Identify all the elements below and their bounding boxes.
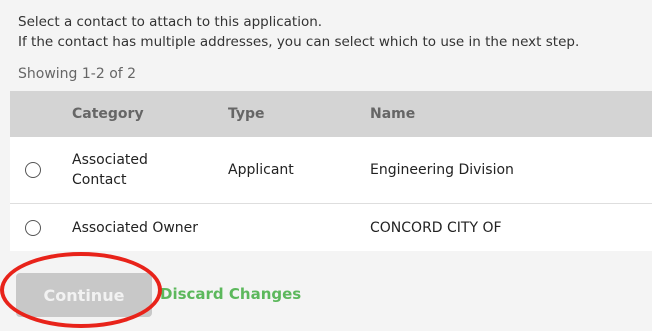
instruction-line-1: Select a contact to attach to this appli… — [18, 14, 323, 30]
header-category: Category — [72, 106, 144, 122]
red-annotation-circle — [0, 252, 162, 328]
instructions: Select a contact to attach to this appli… — [18, 12, 579, 52]
row-category-line: Contact — [72, 172, 127, 188]
row-name: Engineering Division — [370, 162, 514, 178]
result-count: Showing 1-2 of 2 — [18, 66, 137, 82]
row-name: CONCORD CITY OF — [370, 219, 502, 236]
instruction-line-2: If the contact has multiple addresses, y… — [18, 34, 580, 50]
row-radio-button[interactable] — [25, 162, 41, 178]
table-row[interactable]: Associated Owner CONCORD CITY OF — [10, 204, 652, 251]
discard-changes-link[interactable]: Discard Changes — [160, 285, 301, 303]
row-type: Applicant — [228, 162, 294, 178]
header-type: Type — [228, 106, 265, 122]
table-header: Category Type Name — [10, 91, 652, 137]
contacts-table: Category Type Name Associated Contact Ap… — [10, 91, 652, 251]
row-category-line: Associated — [72, 152, 148, 168]
table-row[interactable]: Associated Contact Applicant Engineering… — [10, 137, 652, 204]
row-category: Associated Owner — [72, 219, 199, 236]
header-select-column — [10, 91, 64, 137]
header-name: Name — [370, 106, 416, 122]
row-radio-button[interactable] — [25, 219, 41, 236]
